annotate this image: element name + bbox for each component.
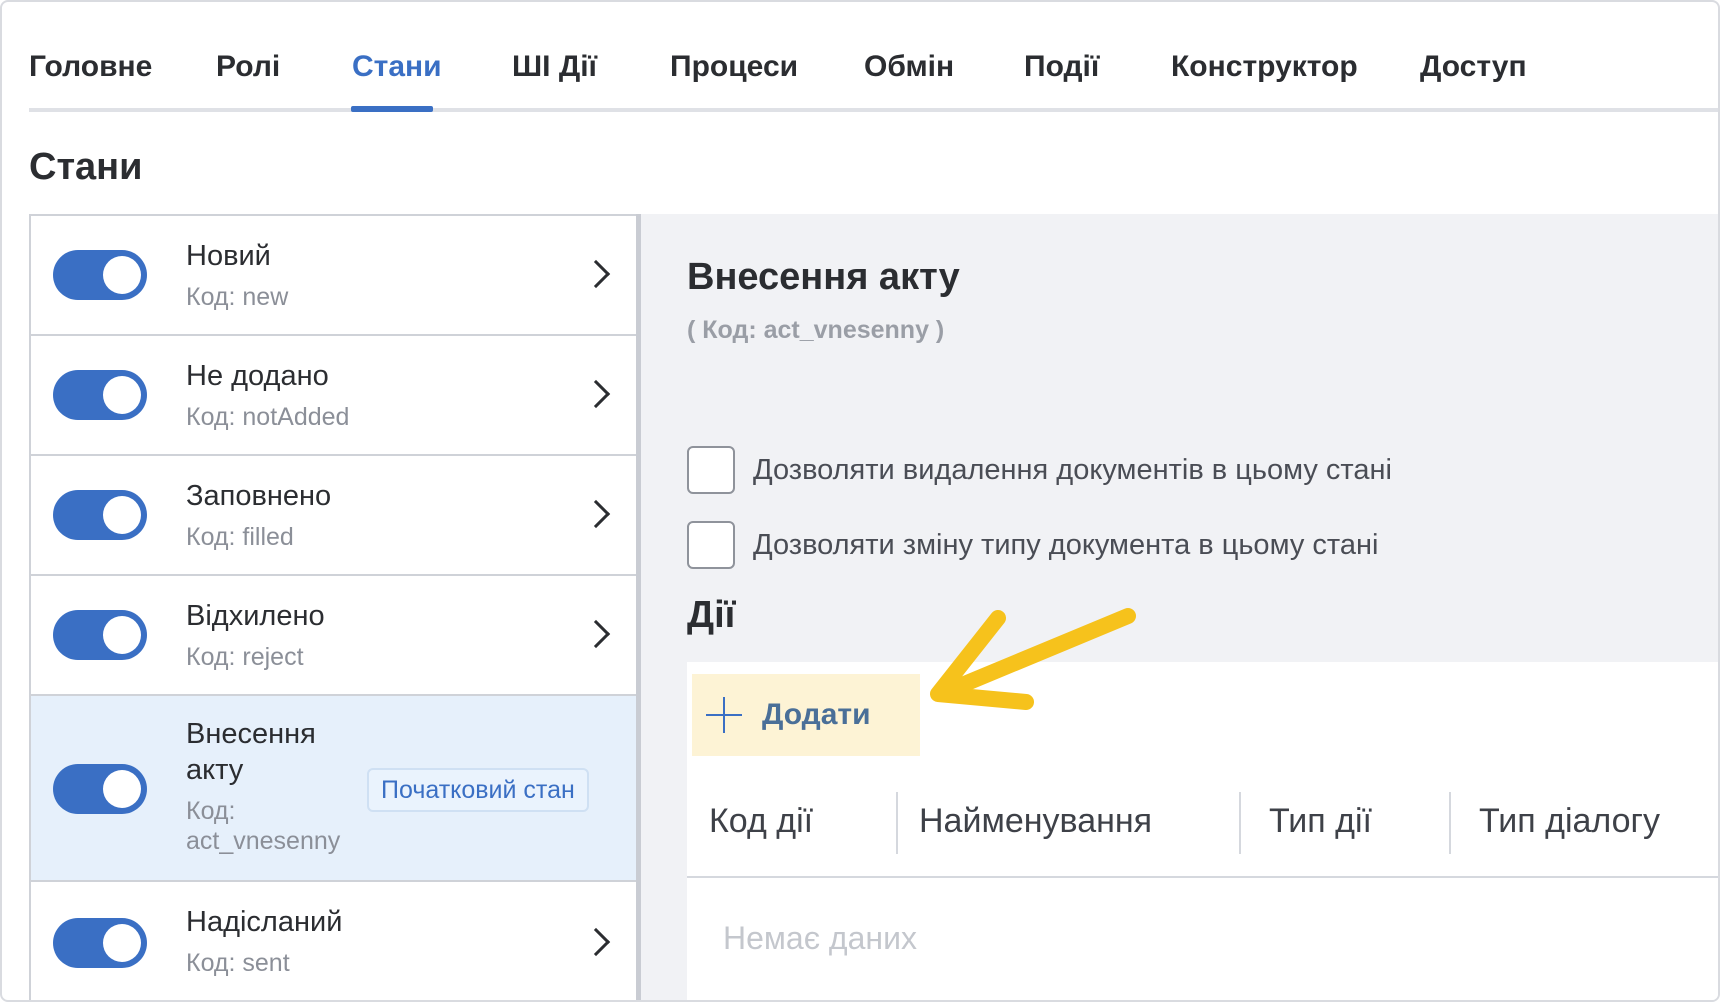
state-code: Код: reject (186, 643, 304, 671)
initial-state-badge: Початковий стан (367, 768, 589, 812)
chevron-right-icon (581, 927, 611, 957)
detail-code: ( Код: act_vnesenny ) (687, 316, 945, 344)
empty-table-message: Немає даних (723, 920, 917, 956)
state-name: Новий (186, 240, 271, 272)
tab-ai-actions[interactable]: ШІ Дії (512, 50, 597, 84)
plus-icon (706, 697, 742, 733)
state-enabled-toggle[interactable] (53, 764, 147, 814)
state-enabled-toggle[interactable] (53, 610, 147, 660)
chevron-right-icon (581, 259, 611, 289)
column-header-name[interactable]: Найменування (919, 802, 1152, 841)
allow-change-type-checkbox[interactable] (687, 521, 735, 569)
app-window: Головне Ролі Стани ШІ Дії Процеси Обмін … (0, 0, 1720, 1002)
state-name: Відхилено (186, 600, 325, 632)
actions-table-header: Код дії Найменування Тип дії Тип діалогу (687, 774, 1718, 878)
chevron-right-icon (581, 499, 611, 529)
column-header-action-code[interactable]: Код дії (709, 802, 813, 841)
state-item-reject[interactable]: Відхилено Код: reject (31, 576, 638, 696)
state-item-filled[interactable]: Заповнено Код: filled (31, 456, 638, 576)
tab-processes[interactable]: Процеси (670, 50, 798, 84)
column-header-dialog-type[interactable]: Тип діалогу (1479, 802, 1660, 841)
state-code: Код: filled (186, 523, 294, 551)
state-item-not-added[interactable]: Не додано Код: notAdded (31, 336, 638, 456)
active-tab-indicator (351, 106, 433, 112)
checkbox-label: Дозволяти видалення документів в цьому с… (753, 453, 1392, 486)
state-code: Код: sent (186, 949, 290, 977)
state-code: Код: notAdded (186, 403, 350, 431)
column-resize-handle[interactable] (1239, 792, 1241, 854)
tab-exchange[interactable]: Обмін (864, 50, 954, 84)
state-name-line2: акту (186, 754, 244, 786)
state-code-line2: act_vnesenny (186, 827, 341, 855)
tab-states[interactable]: Стани (352, 50, 442, 84)
state-item-new[interactable]: Новий Код: new (31, 216, 638, 336)
state-enabled-toggle[interactable] (53, 370, 147, 420)
page-title: Стани (29, 146, 143, 188)
allow-delete-documents-checkbox[interactable] (687, 446, 735, 494)
add-action-button[interactable]: Додати (692, 674, 920, 756)
add-action-label: Додати (762, 698, 871, 731)
allow-delete-documents-row[interactable]: Дозволяти видалення документів в цьому с… (687, 446, 1392, 494)
state-list: Новий Код: new Не додано Код: notAdded З… (29, 214, 638, 1000)
state-enabled-toggle[interactable] (53, 918, 147, 968)
actions-table-card: Додати Код дії Найменування Тип дії Тип … (687, 662, 1718, 1000)
tab-roles[interactable]: Ролі (216, 50, 280, 84)
tab-constructor[interactable]: Конструктор (1171, 50, 1358, 84)
state-name: Заповнено (186, 480, 332, 512)
chevron-right-icon (581, 379, 611, 409)
chevron-right-icon (581, 619, 611, 649)
top-tab-bar: Головне Ролі Стани ШІ Дії Процеси Обмін … (29, 2, 1718, 112)
state-name-line1: Внесення (186, 718, 316, 750)
state-item-sent[interactable]: Надісланий Код: sent (31, 882, 638, 1000)
column-resize-handle[interactable] (1449, 792, 1451, 854)
column-header-action-type[interactable]: Тип дії (1269, 802, 1372, 841)
state-name: Не додано (186, 360, 329, 392)
state-item-act-vnesenny[interactable]: Внесення акту Код: act_vnesenny Початков… (31, 696, 638, 882)
state-enabled-toggle[interactable] (53, 490, 147, 540)
detail-title: Внесення акту (687, 256, 960, 298)
checkbox-label: Дозволяти зміну типу документа в цьому с… (753, 528, 1379, 561)
tab-access[interactable]: Доступ (1420, 50, 1527, 84)
tab-events[interactable]: Події (1024, 50, 1099, 84)
actions-section-title: Дії (687, 594, 736, 636)
state-enabled-toggle[interactable] (53, 250, 147, 300)
allow-change-type-row[interactable]: Дозволяти зміну типу документа в цьому с… (687, 521, 1378, 569)
state-code: Код: new (186, 283, 289, 311)
state-name: Надісланий (186, 906, 343, 938)
state-code-line1: Код: (186, 797, 236, 825)
state-detail-panel: Внесення акту ( Код: act_vnesenny ) Дозв… (641, 214, 1718, 1000)
column-resize-handle[interactable] (896, 792, 898, 854)
tab-main[interactable]: Головне (29, 50, 152, 84)
